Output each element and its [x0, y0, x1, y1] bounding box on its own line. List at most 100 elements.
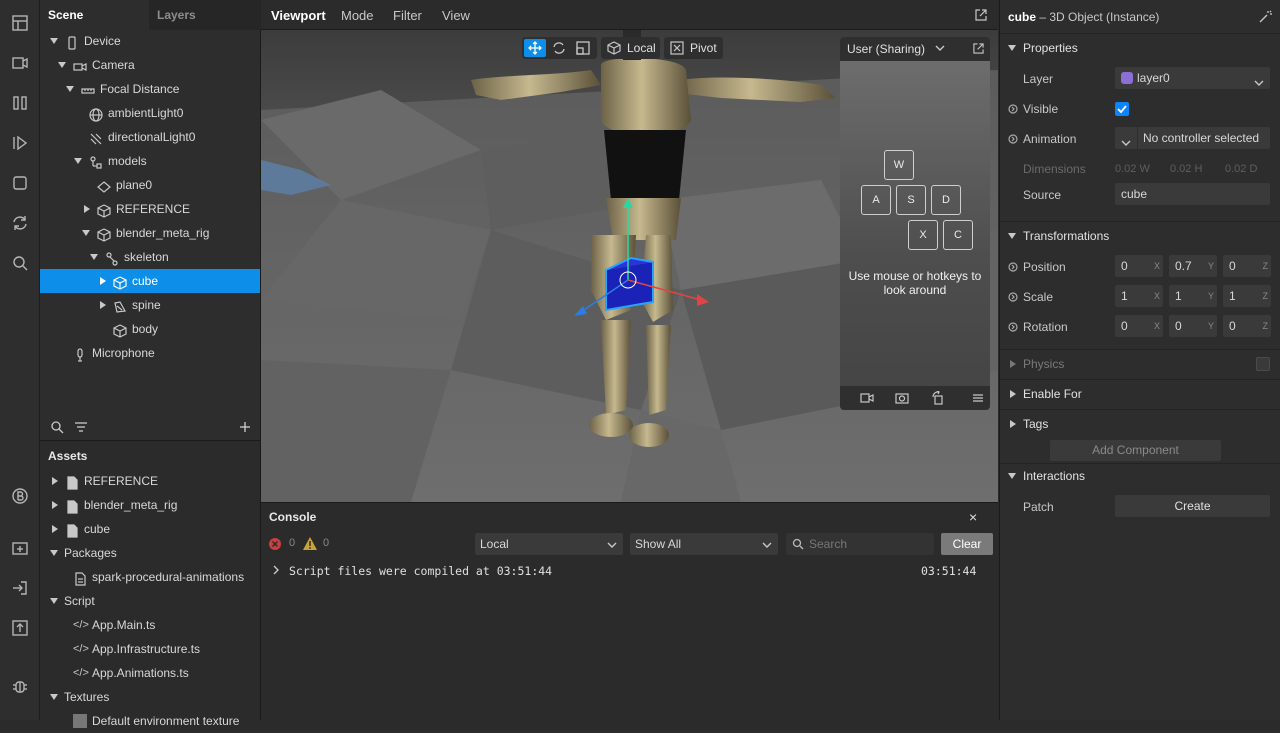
tags-section[interactable]: Tags	[1000, 409, 1280, 439]
rotate-tool-icon[interactable]	[548, 39, 570, 57]
tree-item-directional-light[interactable]: directionalLight0	[40, 125, 260, 149]
tree-item-ambient-light[interactable]: ambientLight0	[40, 101, 260, 125]
rotation-z-field[interactable]: 0Z	[1223, 315, 1271, 337]
chevron-right-icon[interactable]	[271, 564, 281, 579]
expand-arrow-icon[interactable]	[74, 158, 82, 164]
expand-arrow-icon[interactable]	[50, 38, 58, 44]
expand-arrow-icon[interactable]	[82, 230, 90, 236]
asset-item-cube[interactable]: cube	[40, 517, 260, 541]
filter-select[interactable]: Show All	[630, 533, 778, 555]
camera-select[interactable]: User (Sharing)	[847, 42, 925, 56]
transformations-section[interactable]: Transformations	[1000, 221, 1280, 251]
pivot-toggle[interactable]: Pivot	[664, 37, 723, 59]
tab-scene[interactable]: Scene	[40, 0, 149, 30]
visible-checkbox[interactable]	[1115, 102, 1129, 116]
asset-item-blender-meta-rig[interactable]: blender_meta_rig	[40, 493, 260, 517]
play-step-icon[interactable]	[8, 131, 32, 155]
expand-arrow-icon[interactable]	[50, 550, 58, 556]
rotation-x-field[interactable]: 0X	[1115, 315, 1163, 337]
tree-item-device[interactable]: Device	[40, 29, 260, 53]
asset-item-default-environment-texture[interactable]: Default environment texture	[40, 709, 260, 733]
scope-select[interactable]: Local	[475, 533, 623, 555]
asset-group-textures[interactable]: Textures	[40, 685, 260, 709]
simulator-preview[interactable]: User (Sharing) W A S D X C Use mouse or …	[840, 37, 990, 410]
interactions-section[interactable]: Interactions	[1000, 461, 1280, 491]
properties-section[interactable]: Properties	[1000, 33, 1280, 63]
patch-connect-icon[interactable]	[1008, 133, 1018, 147]
tree-item-blender-meta-rig[interactable]: blender_meta_rig	[40, 221, 260, 245]
patch-connect-icon[interactable]	[1008, 291, 1018, 305]
asset-item-reference[interactable]: REFERENCE	[40, 469, 260, 493]
physics-checkbox[interactable]	[1256, 357, 1270, 371]
refresh-icon[interactable]	[8, 211, 32, 235]
bug-icon[interactable]	[8, 674, 32, 698]
expand-arrow-icon[interactable]	[84, 205, 90, 213]
local-toggle[interactable]: Local	[601, 37, 660, 59]
filter-icon[interactable]	[74, 420, 88, 437]
tree-item-reference[interactable]: REFERENCE	[40, 197, 260, 221]
expand-arrow-icon[interactable]	[1008, 45, 1016, 51]
expand-arrow-icon[interactable]	[1010, 360, 1016, 368]
popout-icon[interactable]	[973, 43, 984, 57]
layout-icon[interactable]	[8, 11, 32, 35]
expand-arrow-icon[interactable]	[58, 62, 66, 68]
upload-icon[interactable]	[8, 616, 32, 640]
tree-item-plane[interactable]: plane0	[40, 173, 260, 197]
menu-view[interactable]: View	[442, 0, 470, 30]
position-y-field[interactable]: 0.7 Y	[1169, 255, 1217, 277]
pause-icon[interactable]	[8, 91, 32, 115]
expand-arrow-icon[interactable]	[52, 525, 58, 533]
expand-arrow-icon[interactable]	[66, 86, 74, 92]
chevron-down-icon[interactable]	[935, 42, 945, 56]
expand-arrow-icon[interactable]	[100, 301, 106, 309]
expand-arrow-icon[interactable]	[1010, 420, 1016, 428]
tree-item-spine[interactable]: spine	[40, 293, 260, 317]
search-icon[interactable]	[50, 420, 64, 437]
scale-x-field[interactable]: 1X	[1115, 285, 1163, 307]
close-icon[interactable]: ×	[969, 509, 977, 525]
source-field[interactable]: cube	[1115, 183, 1270, 205]
beta-icon[interactable]	[8, 484, 32, 508]
menu-mode[interactable]: Mode	[341, 0, 374, 30]
magic-wand-icon[interactable]	[1258, 10, 1272, 27]
rotation-y-field[interactable]: 0Y	[1169, 315, 1217, 337]
expand-arrow-icon[interactable]	[50, 598, 58, 604]
scale-z-field[interactable]: 1Z	[1223, 285, 1271, 307]
patch-connect-icon[interactable]	[1008, 103, 1018, 117]
menu-icon[interactable]	[971, 391, 985, 408]
position-z-field[interactable]: 0Z	[1223, 255, 1271, 277]
key-x[interactable]: X	[908, 220, 938, 250]
key-a[interactable]: A	[861, 185, 891, 215]
asset-item-spark-procedural-animations[interactable]: spark-procedural-animations	[40, 565, 260, 589]
tab-layers[interactable]: Layers	[149, 0, 261, 30]
error-icon[interactable]	[268, 537, 282, 554]
add-component-button[interactable]: Add Component	[1050, 440, 1221, 461]
asset-item-app-main[interactable]: </> App.Main.ts	[40, 613, 260, 637]
video-icon[interactable]	[860, 391, 874, 408]
tree-item-cube[interactable]: cube	[40, 269, 260, 293]
expand-arrow-icon[interactable]	[90, 254, 98, 260]
scale-y-field[interactable]: 1Y	[1169, 285, 1217, 307]
menu-viewport[interactable]: Viewport	[271, 0, 326, 30]
add-object-icon[interactable]	[238, 420, 252, 437]
create-patch-button[interactable]: Create	[1115, 495, 1270, 517]
tree-item-body[interactable]: body	[40, 317, 260, 341]
menu-filter[interactable]: Filter	[393, 0, 422, 30]
key-s[interactable]: S	[896, 185, 926, 215]
asset-item-app-infrastructure[interactable]: </> App.Infrastructure.ts	[40, 637, 260, 661]
physics-section[interactable]: Physics	[1000, 349, 1280, 379]
add-folder-icon[interactable]	[8, 536, 32, 560]
expand-arrow-icon[interactable]	[1010, 390, 1016, 398]
video-icon[interactable]	[8, 51, 32, 75]
patch-connect-icon[interactable]	[1008, 321, 1018, 335]
tree-item-microphone[interactable]: Microphone	[40, 341, 260, 365]
tree-item-skeleton[interactable]: skeleton	[40, 245, 260, 269]
stop-icon[interactable]	[8, 171, 32, 195]
enable-for-section[interactable]: Enable For	[1000, 379, 1280, 409]
expand-arrow-icon[interactable]	[50, 694, 58, 700]
warning-icon[interactable]	[302, 536, 318, 554]
key-c[interactable]: C	[943, 220, 973, 250]
expand-arrow-icon[interactable]	[52, 477, 58, 485]
expand-arrow-icon[interactable]	[100, 277, 106, 285]
key-w[interactable]: W	[884, 150, 914, 180]
